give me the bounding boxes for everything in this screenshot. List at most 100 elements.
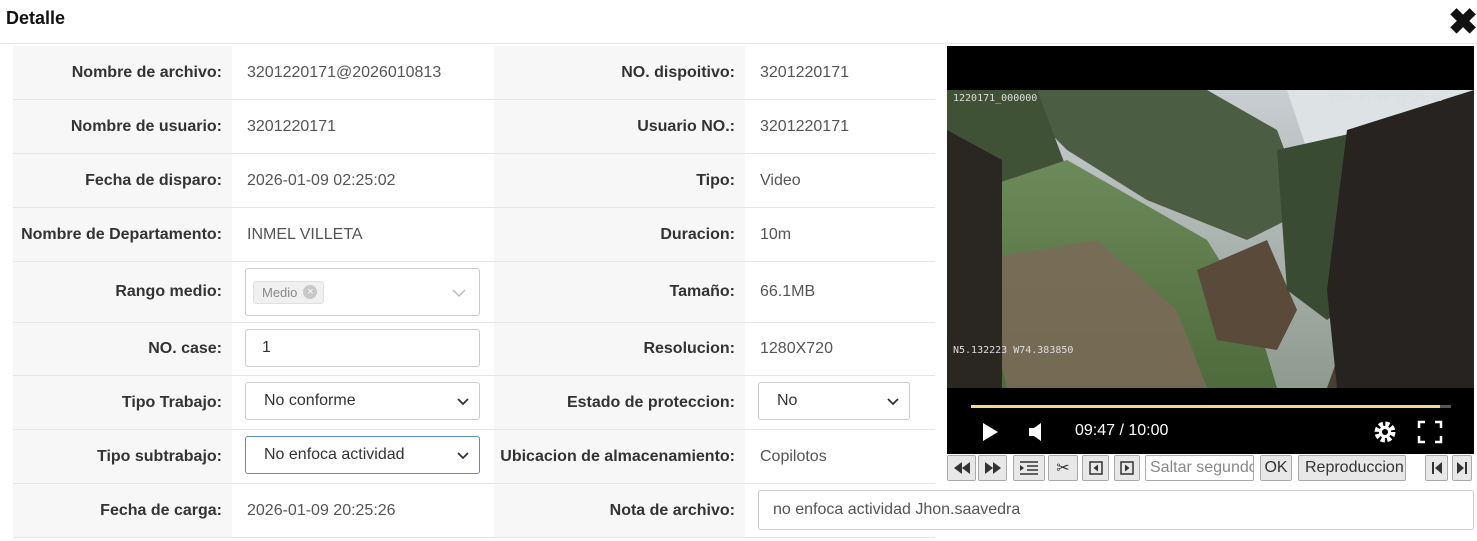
- next-frame-icon: [1120, 461, 1134, 475]
- file-name-value: 3201220171@2026010813: [232, 46, 494, 99]
- video-progress-fill: [971, 405, 1441, 408]
- user-name-label: Nombre de usuario:: [13, 100, 232, 153]
- file-note-input[interactable]: no enfoca actividad Jhon.saavedra: [758, 490, 1474, 530]
- user-no-value: 3201220171: [745, 100, 935, 153]
- chevron-down-icon: [887, 398, 899, 406]
- seek-ok-label: OK: [1264, 459, 1288, 476]
- rewind-button[interactable]: [947, 455, 976, 481]
- range-tag-label: Medio: [262, 284, 298, 300]
- chevron-down-icon: [457, 398, 469, 406]
- subwork-type-label: Tipo subtrabajo:: [13, 430, 232, 483]
- file-name-label: Nombre de archivo:: [13, 46, 232, 99]
- work-type-label: Tipo Trabajo:: [13, 376, 232, 429]
- table-row: Tipo Trabajo: No conforme Estado de prot…: [13, 376, 935, 430]
- volume-icon[interactable]: [1027, 421, 1047, 443]
- video-time: 09:47 / 10:00: [1075, 422, 1169, 439]
- protection-cell: No: [745, 376, 935, 429]
- range-label: Rango medio:: [13, 262, 232, 322]
- storage-label: Ubicacion de almacenamiento:: [494, 430, 745, 483]
- play-icon[interactable]: [980, 421, 1000, 443]
- resolution-value: 1280X720: [745, 323, 935, 375]
- department-value: INMEL VILLETA: [232, 208, 494, 261]
- skip-end-icon: [1457, 462, 1467, 474]
- seek-seconds-placeholder: Saltar segundos: [1150, 459, 1253, 476]
- list-indent-icon: [1020, 461, 1038, 475]
- table-row: Nombre de archivo: 3201220171@2026010813…: [13, 46, 935, 100]
- type-label: Tipo:: [494, 154, 745, 207]
- upload-date-label: Fecha de carga:: [13, 484, 232, 537]
- protection-value: No: [777, 392, 798, 409]
- case-no-input[interactable]: 1: [245, 329, 480, 367]
- duration-value: 10m: [745, 208, 935, 261]
- prev-frame-button[interactable]: [1082, 455, 1109, 481]
- file-note-label: Nota de archivo:: [494, 484, 745, 537]
- department-label: Nombre de Departamento:: [13, 208, 232, 261]
- protection-select[interactable]: No: [758, 382, 910, 420]
- range-multiselect[interactable]: Medio ×: [245, 268, 480, 316]
- skip-start-icon: [1431, 462, 1442, 474]
- duration-label: Duracion:: [494, 208, 745, 261]
- device-no-label: NO. dispoitivo:: [494, 46, 745, 99]
- size-value: 66.1MB: [745, 262, 935, 322]
- osd-datetime-text: 2026-01-08 13:24:49: [1329, 93, 1443, 104]
- video-frame-image: 1220171_000000 2026-01-08 13:24:49 N5.13…: [947, 90, 1474, 388]
- seek-seconds-input[interactable]: Saltar segundos: [1145, 455, 1254, 481]
- protection-label: Estado de proteccion:: [494, 376, 745, 429]
- video-progress-bar[interactable]: [971, 405, 1451, 408]
- work-type-select[interactable]: No conforme: [245, 382, 480, 420]
- file-note-value: no enfoca actividad Jhon.saavedra: [773, 501, 1021, 518]
- range-cell: Medio ×: [232, 262, 494, 322]
- seek-ok-button[interactable]: OK: [1260, 455, 1292, 481]
- user-no-label: Usuario NO.:: [494, 100, 745, 153]
- table-row: Rango medio: Medio × Tamaño: 66.1MB: [13, 262, 935, 323]
- fast-forward-icon: [984, 462, 1001, 474]
- close-icon[interactable]: ✖: [1448, 2, 1477, 42]
- trigger-date-label: Fecha de disparo:: [13, 154, 232, 207]
- next-frame-button[interactable]: [1114, 455, 1140, 481]
- dialog-header: Detalle ✖: [0, 0, 1477, 44]
- device-no-value: 3201220171: [745, 46, 935, 99]
- case-no-cell: 1: [232, 323, 494, 375]
- table-row: Tipo subtrabajo: No enfoca actividad Ubi…: [13, 430, 935, 484]
- user-name-value: 3201220171: [232, 100, 494, 153]
- playback-button[interactable]: Reproduccion: [1298, 455, 1406, 481]
- video-frame: 1220171_000000 2026-01-08 13:24:49 N5.13…: [947, 90, 1474, 388]
- fast-forward-button[interactable]: [978, 455, 1007, 481]
- skip-end-button[interactable]: [1452, 455, 1472, 481]
- trigger-date-value: 2026-01-09 02:25:02: [232, 154, 494, 207]
- size-label: Tamaño:: [494, 262, 745, 322]
- scissors-icon: ✂: [1056, 460, 1070, 477]
- storage-value: Copilotos: [745, 430, 935, 483]
- case-no-value: 1: [262, 339, 271, 356]
- table-row: Fecha de disparo: 2026-01-09 02:25:02 Ti…: [13, 154, 935, 208]
- settings-gear-icon[interactable]: [1372, 419, 1398, 445]
- skip-start-button[interactable]: [1425, 455, 1448, 481]
- table-row: NO. case: 1 Resolucion: 1280X720: [13, 323, 935, 376]
- osd-device-text: 1220171_000000: [953, 93, 1037, 104]
- resolution-label: Resolucion:: [494, 323, 745, 375]
- range-tag: Medio ×: [253, 280, 325, 304]
- subwork-type-value: No enfoca actividad: [264, 446, 405, 463]
- case-no-label: NO. case:: [13, 323, 232, 375]
- prev-frame-icon: [1088, 461, 1103, 475]
- playback-label: Reproduccion: [1305, 459, 1404, 476]
- list-button[interactable]: [1013, 455, 1045, 481]
- player-toolbar: ✂ Saltar segundos OK Reproduccion: [947, 454, 1474, 482]
- subwork-type-cell: No enfoca actividad: [232, 430, 494, 483]
- chevron-down-icon: [452, 289, 466, 298]
- dialog-title: Detalle: [6, 8, 66, 28]
- subwork-type-select[interactable]: No enfoca actividad: [245, 436, 480, 474]
- work-type-cell: No conforme: [232, 376, 494, 429]
- type-value: Video: [745, 154, 935, 207]
- fullscreen-icon[interactable]: [1417, 420, 1443, 444]
- osd-gps-text: N5.132223 W74.383850: [953, 345, 1073, 356]
- chevron-down-icon: [457, 452, 469, 460]
- table-row: Nombre de usuario: 3201220171 Usuario NO…: [13, 100, 935, 154]
- upload-date-value: 2026-01-09 20:25:26: [232, 484, 494, 537]
- remove-tag-icon[interactable]: ×: [303, 285, 318, 299]
- clip-button[interactable]: ✂: [1048, 455, 1078, 481]
- rewind-icon: [953, 462, 970, 474]
- video-player[interactable]: 1220171_000000 2026-01-08 13:24:49 N5.13…: [947, 46, 1474, 454]
- table-row: Nombre de Departamento: INMEL VILLETA Du…: [13, 208, 935, 262]
- work-type-value: No conforme: [264, 392, 356, 409]
